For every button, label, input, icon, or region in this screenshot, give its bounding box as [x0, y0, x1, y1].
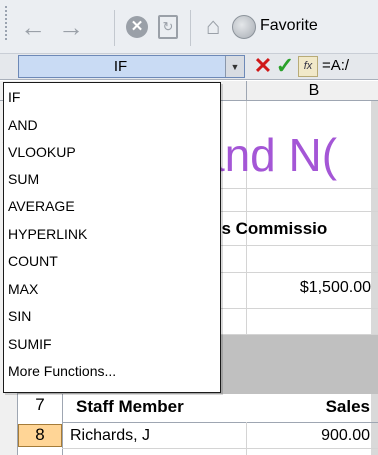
column-header-b[interactable]: B [246, 81, 378, 101]
function-item[interactable]: VLOOKUP [8, 140, 76, 164]
sales-header[interactable]: Sales [250, 397, 370, 417]
gridline [221, 308, 378, 309]
enter-icon[interactable]: ✓ [274, 54, 296, 78]
cancel-icon[interactable]: ✕ [252, 54, 274, 78]
gridline [221, 188, 378, 189]
function-dropdown: IF AND VLOOKUP SUM AVERAGE HYPERLINK COU… [3, 82, 221, 393]
formula-input[interactable]: =A:/ [322, 54, 349, 78]
more-functions-item[interactable]: More Functions... [8, 359, 116, 383]
function-item[interactable]: AVERAGE [8, 194, 75, 218]
function-item[interactable]: MAX [8, 277, 38, 301]
refresh-icon[interactable]: ↻ [158, 15, 178, 39]
function-item[interactable]: SUM [8, 167, 39, 191]
function-item[interactable]: COUNT [8, 249, 58, 273]
gridline [246, 422, 247, 455]
gridline [62, 448, 378, 449]
function-item[interactable]: IF [8, 85, 20, 109]
favorites-label[interactable]: Favorite [260, 17, 318, 35]
arrow-left-icon[interactable]: ← [16, 12, 50, 42]
cell-value[interactable]: $1,500.00 [246, 279, 371, 297]
sales-amount-cell[interactable]: 900.00 [250, 427, 370, 445]
commission-header[interactable]: es Commissio [212, 219, 327, 239]
home-icon[interactable]: ⌂ [199, 12, 227, 42]
chevron-down-icon[interactable]: ▼ [225, 56, 244, 77]
toolbar-grip[interactable] [5, 6, 11, 40]
gridline [62, 394, 63, 455]
gridline [221, 211, 378, 212]
function-item[interactable]: SIN [8, 304, 31, 328]
gridline [221, 272, 378, 273]
stop-icon[interactable]: ✕ [126, 16, 148, 38]
favorites-icon[interactable] [232, 15, 256, 39]
function-item[interactable]: HYPERLINK [8, 222, 87, 246]
row-8-number: 8 [35, 425, 45, 444]
name-box[interactable]: IF [18, 55, 245, 78]
function-item[interactable]: AND [8, 113, 38, 137]
gridline [62, 422, 378, 423]
toolbar-separator [114, 10, 115, 46]
gridline [221, 245, 378, 246]
row-header-7[interactable]: 7 [18, 394, 62, 422]
insert-function-button[interactable]: fx [298, 56, 318, 77]
column-c-edge [371, 101, 378, 455]
function-item[interactable]: SUMIF [8, 332, 52, 356]
toolbar-separator [190, 10, 191, 46]
staff-member-header[interactable]: Staff Member [76, 397, 184, 417]
arrow-right-icon[interactable]: → [54, 12, 88, 42]
staff-name-cell[interactable]: Richards, J [70, 427, 150, 445]
